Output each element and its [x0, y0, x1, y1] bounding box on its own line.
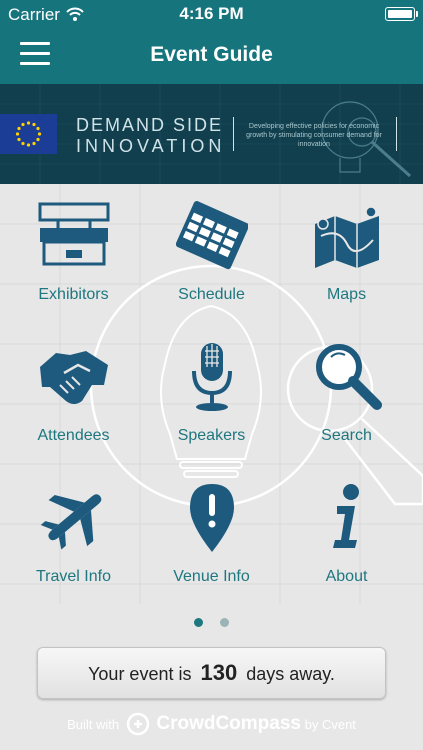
- banner-title-line1: DEMAND SIDE: [76, 115, 224, 135]
- magnifier-icon: [316, 344, 382, 410]
- tile-search[interactable]: Search: [276, 333, 417, 474]
- brand-name: CrowdCompass: [156, 712, 301, 734]
- clock: 4:16 PM: [179, 4, 244, 23]
- tile-label: Attendees: [37, 427, 110, 444]
- built-with-label: Built with: [67, 716, 120, 732]
- tile-label: Schedule: [178, 286, 245, 303]
- by-label: by Cvent: [304, 716, 356, 732]
- map-pin-icon: [190, 484, 234, 552]
- page-title: Event Guide: [150, 43, 273, 66]
- tile-label: About: [325, 568, 368, 585]
- airplane-icon: [40, 494, 102, 550]
- tile-exhibitors[interactable]: Exhibitors: [3, 192, 144, 333]
- handshake-icon: [40, 351, 108, 404]
- eu-flag-icon: [0, 114, 57, 154]
- countdown-prefix: Your event is: [88, 664, 192, 684]
- tile-speakers[interactable]: Speakers: [141, 333, 282, 474]
- countdown-suffix: days away.: [246, 664, 335, 684]
- tile-label: Venue Info: [173, 568, 250, 585]
- event-countdown: Your event is 130 days away.: [37, 647, 386, 699]
- tile-maps[interactable]: Maps: [276, 192, 417, 333]
- crowdcompass-logo-icon: [126, 712, 150, 739]
- event-banner: DEMAND SIDE INNOVATION Developing effect…: [0, 84, 423, 184]
- exhibitor-booth-icon: [38, 202, 110, 266]
- tile-venue-info[interactable]: Venue Info: [141, 474, 282, 615]
- page-indicator: [0, 614, 423, 632]
- tile-label: Travel Info: [36, 568, 111, 585]
- main-menu: Exhibitors Schedule Maps Attendees Speak…: [0, 184, 423, 750]
- tile-label: Maps: [326, 286, 367, 303]
- banner-tagline: Developing effective policies for econom…: [246, 123, 382, 148]
- map-icon: [315, 206, 379, 268]
- tile-label: Search: [321, 427, 372, 444]
- calendar-icon: [176, 201, 248, 270]
- tile-label: Speakers: [177, 427, 246, 444]
- battery-icon: [385, 7, 418, 21]
- countdown-days: 130: [200, 660, 238, 685]
- tile-travel-info[interactable]: Travel Info: [3, 474, 144, 615]
- tile-schedule[interactable]: Schedule: [141, 192, 282, 333]
- tile-attendees[interactable]: Attendees: [3, 333, 144, 474]
- page-dot[interactable]: [219, 618, 229, 627]
- page-dot-active[interactable]: [194, 618, 204, 627]
- nav-bar: Event Guide: [0, 28, 423, 84]
- info-icon: [333, 484, 359, 548]
- status-bar: Carrier 4:16 PM: [0, 0, 423, 28]
- tile-about[interactable]: About: [276, 474, 417, 615]
- tile-label: Exhibitors: [38, 286, 109, 303]
- microphone-icon: [192, 343, 232, 411]
- powered-by-footer: Built with CrowdCompass by Cvent: [0, 712, 423, 739]
- banner-title-line2: INNOVATION: [76, 136, 226, 156]
